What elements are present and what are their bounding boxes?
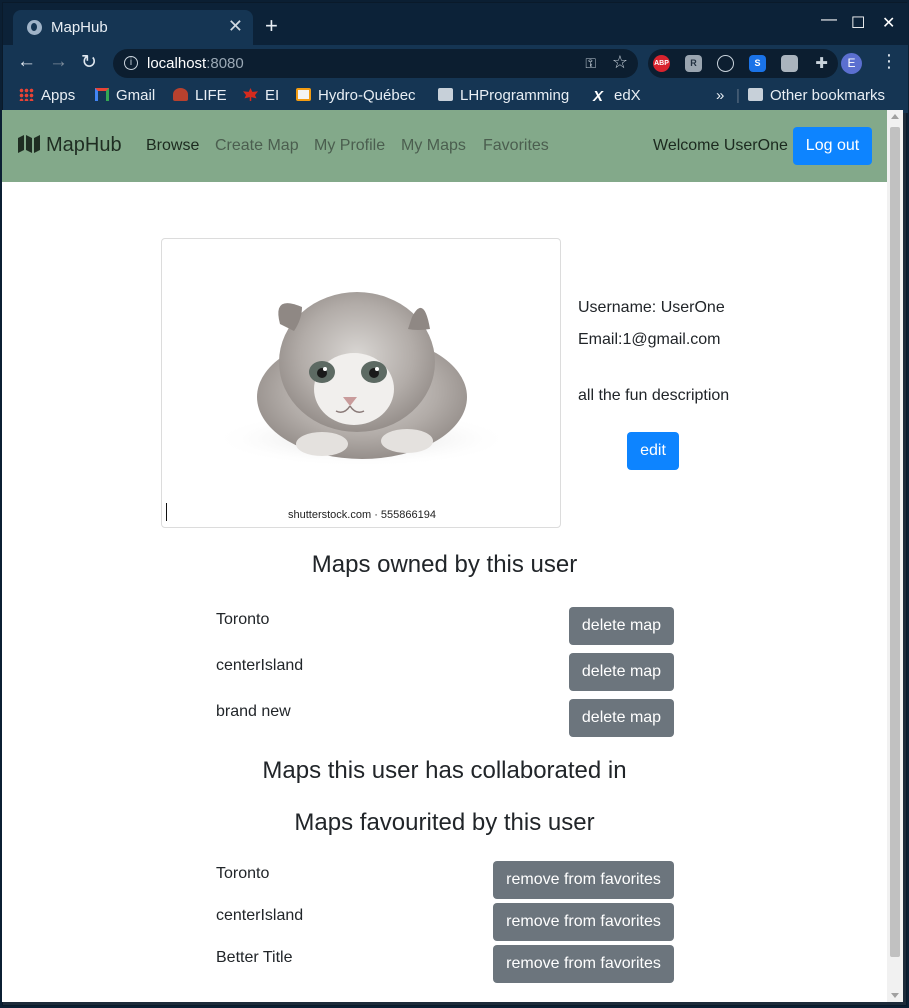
s-extension-icon[interactable]: S (749, 55, 766, 72)
reload-icon[interactable]: ↻ (81, 51, 97, 74)
globe-extension-icon[interactable] (717, 55, 734, 72)
favourite-map-name: Toronto (216, 865, 270, 882)
extensions-bar: ABP R S ✚ (648, 49, 838, 78)
username-text: Username: UserOne (578, 299, 725, 316)
description-text: all the fun description (578, 387, 730, 404)
puzzle-icon[interactable]: ✚ (813, 55, 830, 72)
close-window-icon[interactable]: ✕ (882, 13, 895, 33)
key-icon[interactable]: ⚿ (585, 55, 596, 72)
folder-icon (438, 88, 453, 101)
bookmark-ei[interactable]: EI (243, 87, 279, 104)
bookmarks-overflow-icon[interactable]: » (716, 87, 724, 104)
maple-leaf-icon (243, 88, 258, 101)
logout-button[interactable]: Log out (793, 127, 872, 165)
tab-strip: MapHub ✕ + — ☐ ✕ (3, 3, 908, 45)
back-icon[interactable]: ← (17, 51, 36, 73)
nav-browse[interactable]: Browse (146, 137, 199, 155)
bookmark-lhprogramming[interactable]: LHProgramming (438, 87, 569, 104)
close-tab-icon[interactable]: ✕ (228, 16, 243, 37)
bookmark-star-icon[interactable]: ☆ (612, 52, 628, 73)
remove-favorite-button[interactable]: remove from favorites (493, 861, 674, 899)
apps-grid-icon (19, 88, 34, 101)
nav-my-profile[interactable]: My Profile (314, 137, 385, 155)
life-icon (173, 88, 188, 101)
menu-kebab-icon[interactable]: ⋮ (880, 51, 898, 72)
bookmark-gmail[interactable]: Gmail (95, 87, 155, 104)
scroll-down-icon[interactable] (891, 993, 899, 998)
adblock-icon[interactable]: ABP (653, 55, 670, 72)
welcome-text: Welcome UserOne (653, 137, 788, 154)
new-tab-icon[interactable]: + (265, 13, 278, 39)
image-caption: shutterstock.com · 555866194 (288, 509, 436, 521)
map-icon (18, 135, 40, 153)
bookmarks-divider: | (736, 87, 740, 104)
bookmark-life[interactable]: LIFE (173, 87, 227, 104)
owned-maps-heading: Maps owned by this user (311, 551, 578, 578)
page-scrollbar[interactable] (887, 110, 903, 1002)
owned-map-name: Toronto (216, 611, 270, 628)
delete-map-button[interactable]: delete map (569, 607, 674, 645)
remove-favorite-button[interactable]: remove from favorites (493, 903, 674, 941)
info-icon[interactable]: i (124, 56, 138, 70)
bookmark-edx[interactable]: XedX (593, 87, 641, 105)
kitten-photo (212, 292, 512, 467)
browser-toolbar: ← → ↻ i localhost:8080 ⚿ ☆ ABP R S ✚ E ⋮ (3, 45, 908, 81)
page-viewport: MapHub Browse Create Map My Profile My M… (2, 110, 887, 1002)
nav-create-map[interactable]: Create Map (215, 137, 299, 155)
nav-my-maps[interactable]: My Maps (401, 137, 466, 155)
delete-map-button[interactable]: delete map (569, 653, 674, 691)
profile-image-card: shutterstock.com · 555866194 (161, 238, 561, 528)
bookmark-other[interactable]: Other bookmarks (748, 87, 885, 104)
edit-profile-button[interactable]: edit (627, 432, 679, 470)
bookmark-apps[interactable]: Apps (19, 87, 75, 104)
owned-map-name: centerIsland (216, 657, 304, 674)
remove-favorite-button[interactable]: remove from favorites (493, 945, 674, 983)
scroll-up-icon[interactable] (891, 114, 899, 119)
r-extension-icon[interactable]: R (685, 55, 702, 72)
browser-tab[interactable]: MapHub ✕ (13, 10, 253, 45)
scrollbar-thumb[interactable] (890, 127, 900, 957)
url-text[interactable]: localhost:8080 (147, 55, 244, 72)
address-bar[interactable]: i localhost:8080 ⚿ ☆ (113, 49, 638, 78)
maximize-icon[interactable]: ☐ (851, 13, 865, 33)
folder-icon (748, 88, 763, 101)
owned-map-name: brand new (216, 703, 291, 720)
bulb-extension-icon[interactable] (781, 55, 798, 72)
profile-avatar[interactable]: E (841, 53, 862, 74)
nav-favorites[interactable]: Favorites (483, 137, 549, 155)
edx-icon: X (593, 88, 604, 105)
gmail-icon (95, 88, 109, 101)
favourited-maps-heading: Maps favourited by this user (294, 809, 595, 836)
delete-map-button[interactable]: delete map (569, 699, 674, 737)
bookmarks-bar: Apps Gmail LIFE EI Hydro-Québec LHProgra… (3, 81, 908, 113)
globe-icon (27, 20, 42, 35)
tab-title: MapHub (51, 19, 108, 36)
collaborated-maps-heading: Maps this user has collaborated in (262, 757, 627, 784)
favourite-map-name: Better Title (216, 949, 293, 966)
forward-icon[interactable]: → (49, 51, 68, 73)
app-navbar: MapHub Browse Create Map My Profile My M… (2, 110, 887, 182)
hydro-quebec-icon (296, 88, 311, 101)
bookmark-hydro-quebec[interactable]: Hydro-Québec (296, 87, 416, 104)
text-caret (166, 503, 167, 521)
minimize-icon[interactable]: — (821, 11, 837, 29)
email-text: Email:1@gmail.com (578, 331, 721, 348)
brand-link[interactable]: MapHub (18, 134, 122, 157)
favourite-map-name: centerIsland (216, 907, 304, 924)
